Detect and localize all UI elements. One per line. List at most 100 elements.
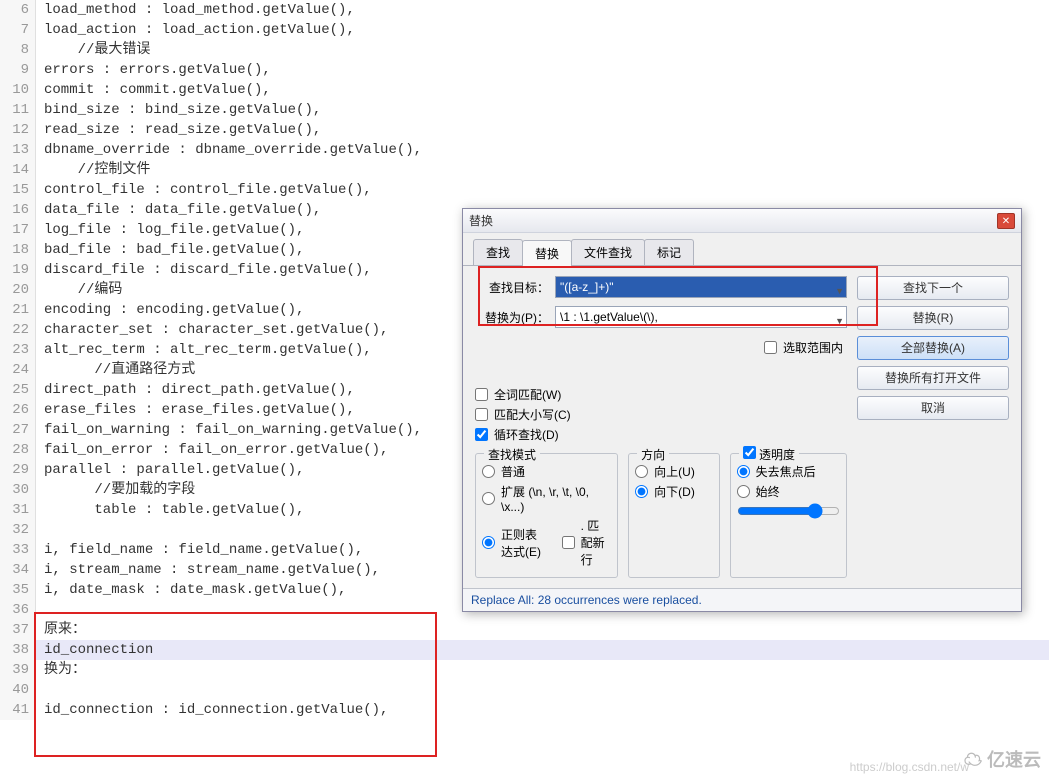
line-number: 18 [0,240,35,260]
find-value: "([a-z_]+)" [560,280,614,294]
code-line[interactable]: id_connection : id_connection.getValue()… [36,700,1049,720]
find-label: 查找目标： [475,279,555,296]
tab-replace[interactable]: 替换 [522,240,572,266]
mode-extended-radio[interactable]: 扩展 (\n, \r, \t, \0, \x...) [482,483,611,514]
direction-group: 方向 向上(U) 向下(D) [628,453,720,578]
line-number: 40 [0,680,35,700]
code-line[interactable]: load_method : load_method.getValue(), [36,0,1049,20]
code-line[interactable]: commit : commit.getValue(), [36,80,1049,100]
trans-always-radio[interactable]: 始终 [737,483,840,500]
whole-word-checkbox[interactable] [475,388,488,401]
tab-find-in-files[interactable]: 文件查找 [571,239,645,265]
in-selection-check[interactable]: 选取范围内 [764,339,843,356]
line-number: 14 [0,160,35,180]
replace-dialog: 替换 ✕ 查找 替换 文件查找 标记 查找目标： "([a-z_]+)" ▼ 替… [462,208,1022,612]
dir-up-radio[interactable]: 向上(U) [635,463,713,480]
code-line[interactable]: //控制文件 [36,160,1049,180]
code-line[interactable]: 换为： [36,660,1049,680]
newline-match-checkbox[interactable] [562,536,575,549]
code-line[interactable]: load_action : load_action.getValue(), [36,20,1049,40]
transparency-group: 透明度 失去焦点后 始终 [730,453,847,578]
match-case-check[interactable]: 匹配大小写(C) [475,406,847,423]
dir-down-radio[interactable]: 向下(D) [635,483,713,500]
whole-word-check[interactable]: 全词匹配(W) [475,386,847,403]
line-gutter: 6789101112131415161718192021222324252627… [0,0,36,720]
line-number: 31 [0,500,35,520]
dialog-title: 替换 [469,212,997,229]
wrap-around-check[interactable]: 循环查找(D) [475,426,847,443]
replace-all-button[interactable]: 全部替换(A) [857,336,1009,360]
match-case-checkbox[interactable] [475,408,488,421]
mode-regex-radio[interactable]: 正则表达式(E) . 匹配新行 [482,517,611,568]
line-number: 17 [0,220,35,240]
chevron-down-icon[interactable]: ▼ [835,281,844,301]
line-number: 12 [0,120,35,140]
chevron-down-icon[interactable]: ▼ [835,311,844,331]
line-number: 41 [0,700,35,720]
line-number: 36 [0,600,35,620]
find-next-button[interactable]: 查找下一个 [857,276,1009,300]
line-number: 24 [0,360,35,380]
replace-label: 替换为(P)： [475,309,555,326]
in-selection-checkbox[interactable] [764,341,777,354]
code-line[interactable]: //最大错误 [36,40,1049,60]
transparency-slider[interactable] [737,503,840,519]
wrap-around-checkbox[interactable] [475,428,488,441]
line-number: 29 [0,460,35,480]
tab-mark[interactable]: 标记 [644,239,694,265]
line-number: 20 [0,280,35,300]
line-number: 35 [0,580,35,600]
code-line[interactable]: read_size : read_size.getValue(), [36,120,1049,140]
dialog-status: Replace All: 28 occurrences were replace… [463,588,1021,611]
direction-legend: 方向 [637,446,669,463]
code-line[interactable]: control_file : control_file.getValue(), [36,180,1049,200]
line-number: 33 [0,540,35,560]
tab-find[interactable]: 查找 [473,239,523,265]
close-icon[interactable]: ✕ [997,213,1015,229]
find-input[interactable]: "([a-z_]+)" ▼ [555,276,847,298]
line-number: 13 [0,140,35,160]
transparency-checkbox[interactable] [743,446,756,459]
replace-input[interactable]: \1 : \1.getValue\(\), ▼ [555,306,847,328]
line-number: 25 [0,380,35,400]
line-number: 38 [0,640,35,660]
replace-value: \1 : \1.getValue\(\), [560,310,658,324]
line-number: 37 [0,620,35,640]
line-number: 16 [0,200,35,220]
logo: ☁ 亿速云 [964,746,1041,772]
line-number: 34 [0,560,35,580]
mode-legend: 查找模式 [484,446,540,463]
line-number: 39 [0,660,35,680]
watermark: https://blog.csdn.net/w [850,760,969,774]
code-line[interactable]: bind_size : bind_size.getValue(), [36,100,1049,120]
line-number: 11 [0,100,35,120]
cancel-button[interactable]: 取消 [857,396,1009,420]
line-number: 19 [0,260,35,280]
line-number: 15 [0,180,35,200]
code-line[interactable]: errors : errors.getValue(), [36,60,1049,80]
line-number: 23 [0,340,35,360]
line-number: 6 [0,0,35,20]
line-number: 21 [0,300,35,320]
code-line[interactable]: 原来： [36,620,1049,640]
mode-normal-radio[interactable]: 普通 [482,463,611,480]
replace-all-open-button[interactable]: 替换所有打开文件 [857,366,1009,390]
replace-button[interactable]: 替换(R) [857,306,1009,330]
line-number: 28 [0,440,35,460]
transparency-legend: 透明度 [739,446,799,463]
line-number: 32 [0,520,35,540]
line-number: 26 [0,400,35,420]
search-mode-group: 查找模式 普通 扩展 (\n, \r, \t, \0, \x...) 正则表达式… [475,453,618,578]
code-line[interactable]: dbname_override : dbname_override.getVal… [36,140,1049,160]
line-number: 27 [0,420,35,440]
dialog-body: 查找目标： "([a-z_]+)" ▼ 替换为(P)： \1 : \1.getV… [463,266,1021,588]
line-number: 10 [0,80,35,100]
code-line[interactable] [36,680,1049,700]
line-number: 30 [0,480,35,500]
line-number: 9 [0,60,35,80]
line-number: 22 [0,320,35,340]
dialog-titlebar[interactable]: 替换 ✕ [463,209,1021,233]
line-number: 7 [0,20,35,40]
trans-lose-radio[interactable]: 失去焦点后 [737,463,840,480]
code-line[interactable]: id_connection [36,640,1049,660]
